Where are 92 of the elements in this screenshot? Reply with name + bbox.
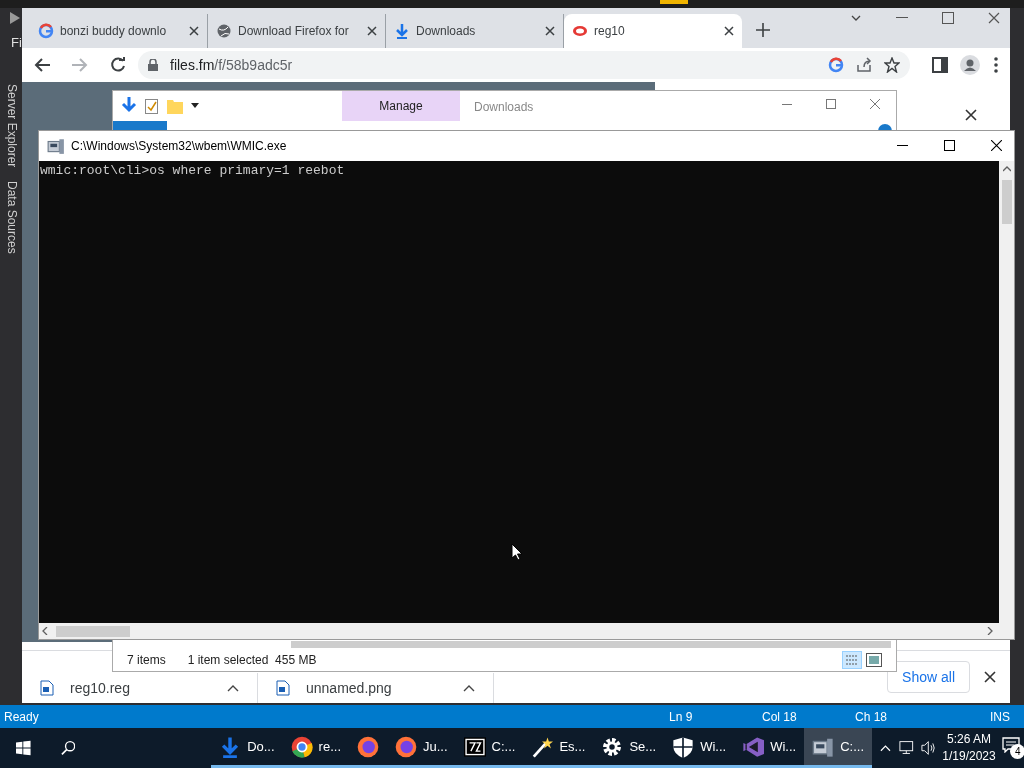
show-all-button[interactable]: Show all [887, 661, 970, 693]
menu-item[interactable]: Fi [11, 33, 22, 53]
firefox-icon [357, 735, 379, 758]
chevron-up-icon [227, 684, 239, 692]
download-arrow-icon [121, 97, 137, 115]
highlight-mark [660, 0, 688, 4]
star-icon[interactable] [884, 57, 900, 73]
close-icon [367, 26, 377, 36]
status-text: Col 18 [762, 708, 798, 726]
share-icon[interactable] [856, 57, 872, 73]
file-icon [40, 680, 54, 696]
ribbon-tab[interactable]: Manage [342, 91, 460, 121]
new-tab-icon[interactable] [756, 23, 770, 37]
status-text: 7 items [127, 651, 166, 669]
google-icon [38, 23, 54, 39]
taskbar-button[interactable]: C:... [455, 728, 524, 768]
status-text: Ln 9 [669, 708, 694, 726]
chevron-up-icon[interactable] [880, 744, 891, 752]
menu-icon[interactable] [994, 57, 998, 73]
play-icon [10, 12, 20, 24]
firefox-icon [395, 735, 417, 758]
side-tab[interactable]: Server Explorer [6, 84, 18, 168]
reload-icon[interactable] [110, 57, 126, 73]
status-text: 1 item selected 455 MB [187, 651, 317, 669]
console-line: wmic:root\cli>os where primary=1 reebot [40, 163, 346, 179]
scroll-right-icon[interactable] [987, 627, 993, 635]
cloud-icon [572, 23, 588, 39]
close-icon [189, 26, 199, 36]
clock[interactable]: 5:26 AM 1/19/2023 [939, 731, 999, 765]
browser-tab[interactable]: reg10 [564, 14, 742, 48]
download-item[interactable]: unnamed.png [258, 673, 494, 703]
tab-title: reg10 [594, 23, 626, 40]
window-title: C:\Windows\System32\wbem\WMIC.exe [71, 138, 287, 155]
gear-icon [601, 735, 624, 758]
dropdown-icon[interactable] [191, 103, 199, 109]
side-tab[interactable]: Data Sources [6, 181, 18, 255]
taskbar-button[interactable]: Se... [593, 728, 665, 768]
magic-wand-icon [531, 735, 554, 758]
checklist-icon[interactable] [145, 98, 159, 114]
scrollbar-thumb[interactable] [56, 625, 130, 637]
notification-count: 4 [1010, 744, 1024, 759]
mouse-pointer-icon [511, 543, 523, 561]
close-icon[interactable] [991, 140, 1002, 151]
windows-start-icon[interactable] [16, 740, 31, 756]
scroll-up-icon[interactable] [1002, 166, 1011, 172]
url-text: files.fm/f/58b9adc5r [170, 55, 293, 75]
taskbar-button[interactable]: Es... [523, 728, 594, 768]
side-panel-icon[interactable] [932, 57, 948, 73]
close-icon[interactable] [965, 109, 977, 121]
tab-title: bonzi buddy downlo [60, 23, 168, 40]
window-title: Downloads [474, 99, 534, 116]
lock-icon [148, 59, 158, 71]
volume-icon[interactable] [921, 740, 936, 756]
file-name: reg10.reg [70, 678, 131, 698]
visual-studio-icon [742, 735, 765, 758]
back-arrow-icon[interactable] [34, 58, 50, 72]
shield-icon [672, 735, 695, 758]
file-tab-background [113, 121, 167, 131]
taskbar-button[interactable]: re... [282, 728, 349, 768]
globe-icon [216, 23, 232, 39]
google-icon [828, 57, 844, 73]
scrollbar-thumb[interactable] [291, 641, 891, 648]
profile-icon[interactable] [960, 55, 980, 75]
taskbar-button[interactable]: Wi... [664, 728, 735, 768]
download-item[interactable]: reg10.reg [22, 673, 258, 703]
chrome-icon [290, 735, 313, 758]
scrollbar-thumb[interactable] [1001, 180, 1012, 224]
maximize-icon[interactable] [944, 140, 955, 151]
notification-icon[interactable] [1002, 737, 1021, 753]
seven-zip-icon [463, 735, 486, 758]
download-arrow-icon [394, 23, 410, 39]
close-icon [724, 26, 734, 36]
taskbar-button[interactable]: Ju... [387, 728, 456, 768]
thumbnail-view-icon[interactable] [866, 652, 882, 667]
status-text: Ready [4, 708, 40, 726]
status-text: Ch 18 [855, 708, 889, 726]
chevron-up-icon [463, 684, 475, 692]
network-icon[interactable] [898, 740, 916, 756]
computer-icon [47, 137, 65, 155]
tab-title: Download Firefox for [238, 23, 350, 40]
status-text: INS [990, 708, 1010, 726]
address-bar[interactable]: files.fm/f/58b9adc5r [138, 51, 910, 79]
dropdown-icon[interactable] [850, 14, 862, 22]
tab-title: Downloads [416, 23, 477, 40]
taskbar-button[interactable]: Do... [211, 728, 283, 768]
search-icon[interactable] [60, 740, 76, 756]
close-icon[interactable] [984, 671, 996, 683]
close-icon [545, 26, 555, 36]
file-icon [276, 680, 290, 696]
scroll-left-icon[interactable] [42, 627, 48, 635]
file-name: unnamed.png [306, 678, 393, 698]
taskbar-button[interactable]: C:... [804, 728, 873, 768]
